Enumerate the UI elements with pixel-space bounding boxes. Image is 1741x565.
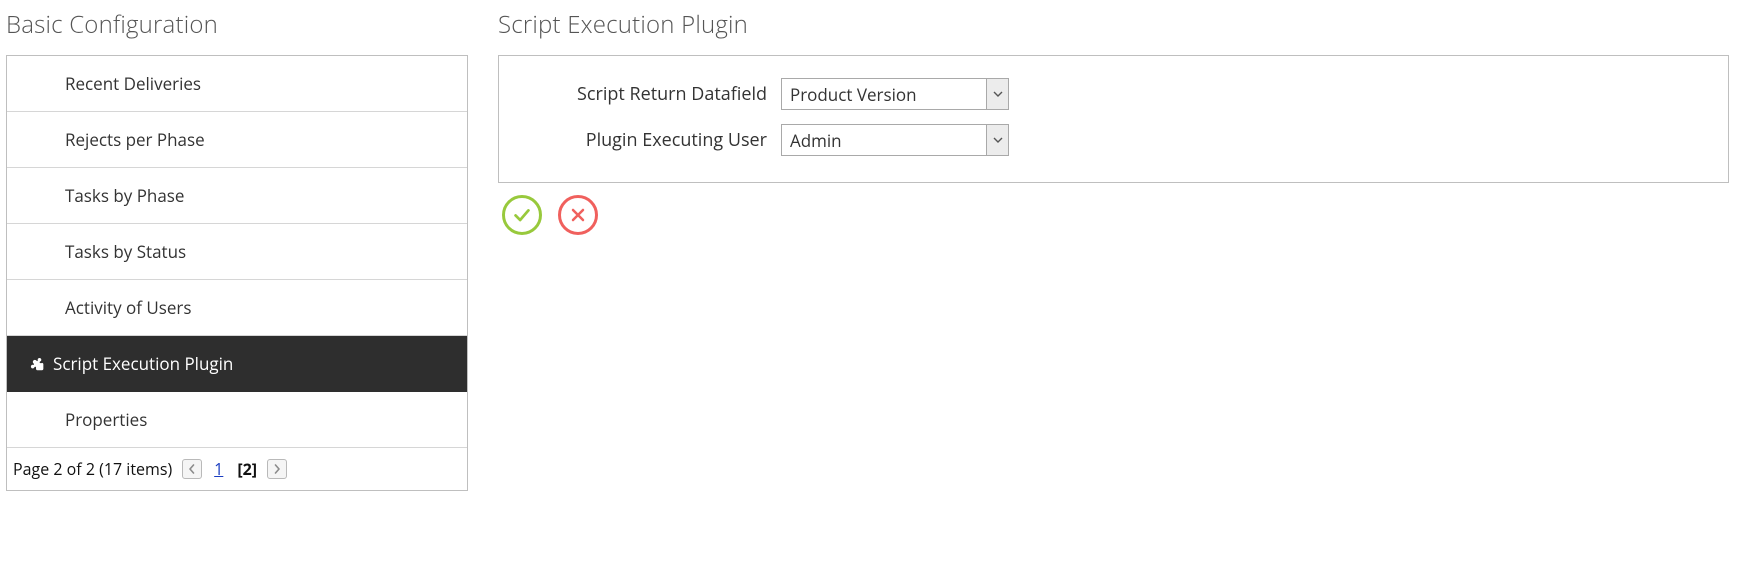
placeholder-icon (21, 411, 47, 429)
placeholder-icon (21, 299, 47, 317)
puzzle-icon (21, 353, 47, 375)
list-item-label: Activity of Users (65, 296, 191, 319)
pager-summary: Page 2 of 2 (17 items) (13, 458, 172, 480)
list-item-tasks-by-status[interactable]: Tasks by Status (7, 224, 467, 280)
list-item-label: Recent Deliveries (65, 72, 201, 95)
config-list: Recent Deliveries Rejects per Phase Task… (6, 55, 468, 491)
list-item-label: Tasks by Phase (65, 184, 184, 207)
chevron-down-icon (986, 125, 1008, 155)
left-panel-title: Basic Configuration (6, 8, 468, 41)
list-item-script-execution-plugin[interactable]: Script Execution Plugin (7, 336, 467, 392)
script-return-datafield-label: Script Return Datafield (523, 82, 781, 106)
right-panel-title: Script Execution Plugin (498, 8, 1729, 41)
pager-page-1-link[interactable]: 1 (210, 458, 227, 480)
cancel-button[interactable] (558, 195, 598, 235)
close-icon (568, 205, 588, 225)
list-item-properties[interactable]: Properties (7, 392, 467, 448)
pager-current-page: [2] (235, 458, 259, 480)
pager: Page 2 of 2 (17 items) 1 [2] (7, 448, 467, 490)
chevron-down-icon (986, 79, 1008, 109)
list-item-label: Tasks by Status (65, 240, 186, 263)
select-value: Admin (782, 125, 986, 155)
list-item-rejects-per-phase[interactable]: Rejects per Phase (7, 112, 467, 168)
list-item-label: Properties (65, 408, 147, 431)
list-item-label: Rejects per Phase (65, 128, 205, 151)
pager-next-button[interactable] (267, 459, 287, 479)
pager-prev-button[interactable] (182, 459, 202, 479)
plugin-executing-user-label: Plugin Executing User (523, 128, 781, 152)
plugin-executing-user-select[interactable]: Admin (781, 124, 1009, 156)
list-item-tasks-by-phase[interactable]: Tasks by Phase (7, 168, 467, 224)
confirm-button[interactable] (502, 195, 542, 235)
check-icon (511, 204, 533, 226)
placeholder-icon (21, 187, 47, 205)
placeholder-icon (21, 131, 47, 149)
placeholder-icon (21, 75, 47, 93)
form-panel: Script Return Datafield Product Version … (498, 55, 1729, 183)
placeholder-icon (21, 243, 47, 261)
select-value: Product Version (782, 79, 986, 109)
script-return-datafield-select[interactable]: Product Version (781, 78, 1009, 110)
list-item-recent-deliveries[interactable]: Recent Deliveries (7, 56, 467, 112)
list-item-label: Script Execution Plugin (53, 352, 233, 375)
list-item-activity-of-users[interactable]: Activity of Users (7, 280, 467, 336)
